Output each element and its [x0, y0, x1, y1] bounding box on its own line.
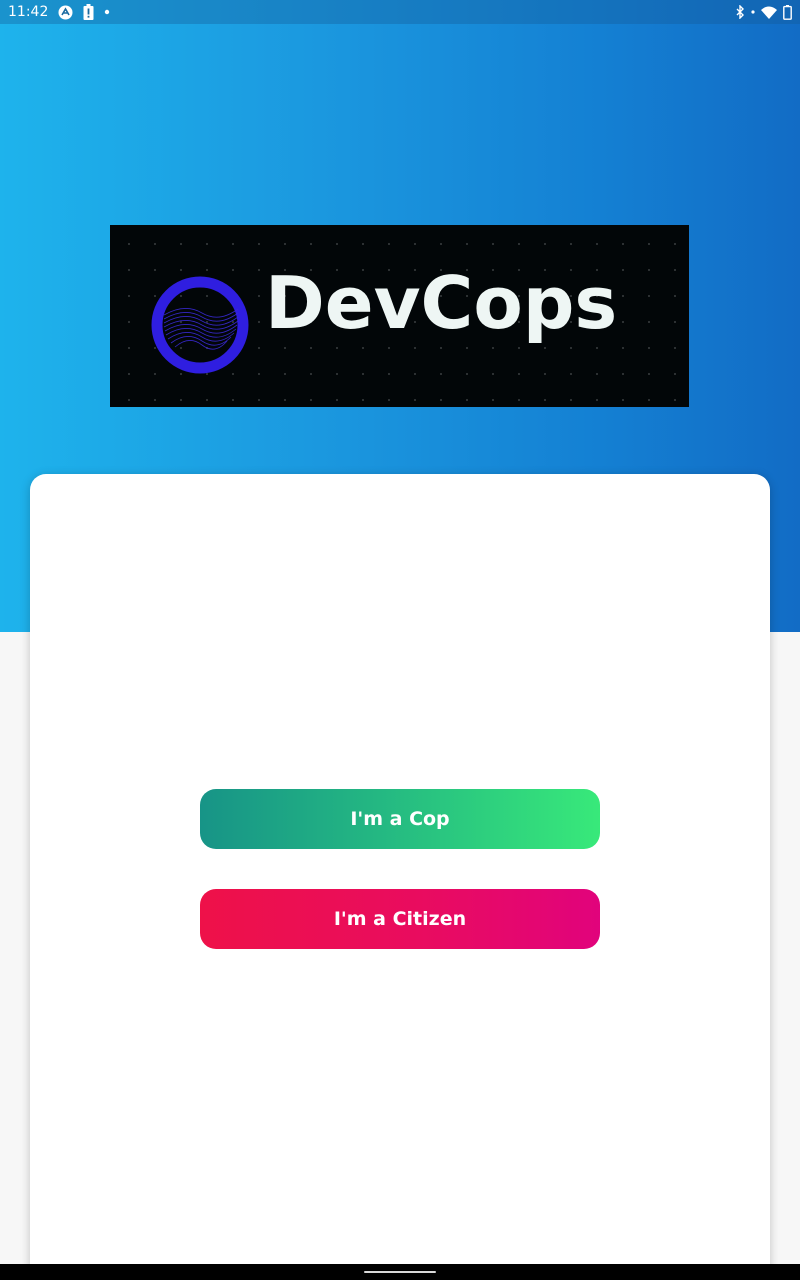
app-notification-icon — [58, 5, 73, 20]
devcops-ring-logo-icon — [150, 275, 250, 375]
dot-icon — [104, 9, 110, 15]
logo-text: DevCops — [265, 261, 618, 345]
signal-dot-icon — [751, 10, 755, 14]
im-a-citizen-button[interactable]: I'm a Citizen — [200, 889, 600, 949]
battery-alert-icon — [83, 4, 94, 20]
wifi-icon — [761, 6, 777, 19]
bluetooth-icon — [735, 5, 745, 19]
devcops-logo-banner: DevCops — [110, 225, 689, 407]
im-a-cop-button[interactable]: I'm a Cop — [200, 789, 600, 849]
battery-icon — [783, 4, 792, 20]
status-time: 11:42 — [8, 4, 49, 20]
app-screen: 11:42 DevCops I'm a Cop I'm a Citizen — [0, 0, 800, 1280]
status-right — [735, 4, 792, 20]
navigation-bar — [0, 1264, 800, 1280]
status-left: 11:42 — [8, 4, 110, 20]
home-gesture-handle[interactable] — [364, 1271, 436, 1273]
role-selection-card — [30, 474, 770, 1280]
status-bar: 11:42 — [0, 0, 800, 24]
